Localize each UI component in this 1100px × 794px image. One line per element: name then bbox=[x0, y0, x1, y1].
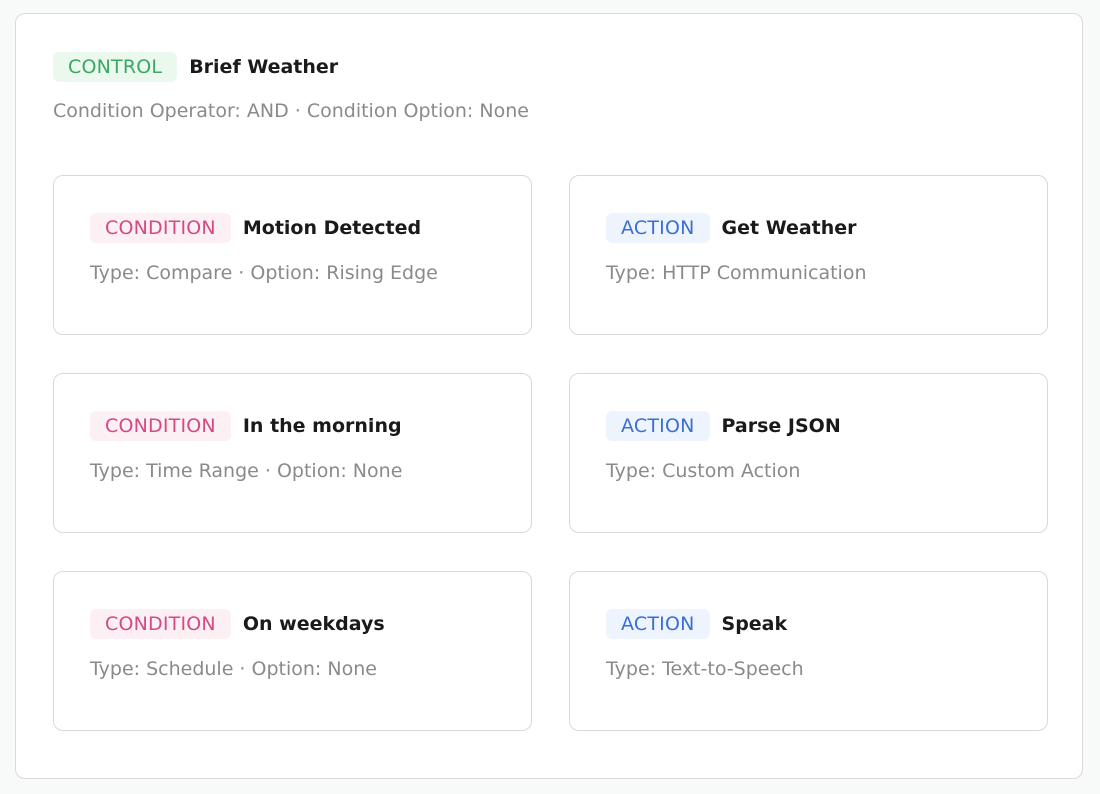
card-header: CONDITION In the morning bbox=[90, 411, 402, 441]
action-badge: ACTION bbox=[606, 609, 710, 639]
action-badge: ACTION bbox=[606, 411, 710, 441]
card-header: CONDITION Motion Detected bbox=[90, 213, 421, 243]
condition-card-on-weekdays[interactable]: CONDITION On weekdays Type: Schedule · O… bbox=[53, 571, 532, 731]
condition-card-in-the-morning[interactable]: CONDITION In the morning Type: Time Rang… bbox=[53, 373, 532, 533]
card-title: Speak bbox=[721, 613, 788, 635]
action-card-get-weather[interactable]: ACTION Get Weather Type: HTTP Communicat… bbox=[569, 175, 1048, 335]
card-title: In the morning bbox=[242, 415, 402, 437]
condition-card-motion-detected[interactable]: CONDITION Motion Detected Type: Compare … bbox=[53, 175, 532, 335]
card-subtitle: Type: Text-to-Speech bbox=[606, 658, 804, 680]
condition-badge: CONDITION bbox=[90, 213, 231, 243]
control-header: CONTROL Brief Weather bbox=[53, 52, 338, 82]
card-subtitle: Type: Time Range · Option: None bbox=[90, 460, 403, 482]
card-subtitle: Type: Compare · Option: Rising Edge bbox=[90, 262, 438, 284]
card-grid: CONDITION Motion Detected Type: Compare … bbox=[53, 175, 1048, 731]
card-title: Parse JSON bbox=[721, 415, 841, 437]
action-card-parse-json[interactable]: ACTION Parse JSON Type: Custom Action bbox=[569, 373, 1048, 533]
control-subtitle: Condition Operator: AND · Condition Opti… bbox=[53, 100, 529, 122]
card-header: ACTION Parse JSON bbox=[606, 411, 841, 441]
card-header: ACTION Speak bbox=[606, 609, 787, 639]
card-subtitle: Type: Custom Action bbox=[606, 460, 801, 482]
condition-badge: CONDITION bbox=[90, 609, 231, 639]
card-subtitle: Type: HTTP Communication bbox=[606, 262, 867, 284]
card-title: Motion Detected bbox=[242, 217, 422, 239]
control-title[interactable]: Brief Weather bbox=[189, 56, 338, 78]
control-badge: CONTROL bbox=[53, 52, 178, 82]
card-header: CONDITION On weekdays bbox=[90, 609, 385, 639]
action-badge: ACTION bbox=[606, 213, 710, 243]
card-header: ACTION Get Weather bbox=[606, 213, 857, 243]
card-subtitle: Type: Schedule · Option: None bbox=[90, 658, 377, 680]
condition-badge: CONDITION bbox=[90, 411, 231, 441]
action-card-speak[interactable]: ACTION Speak Type: Text-to-Speech bbox=[569, 571, 1048, 731]
control-panel: CONTROL Brief Weather Condition Operator… bbox=[15, 13, 1083, 779]
card-title: On weekdays bbox=[242, 613, 385, 635]
card-title: Get Weather bbox=[721, 217, 857, 239]
